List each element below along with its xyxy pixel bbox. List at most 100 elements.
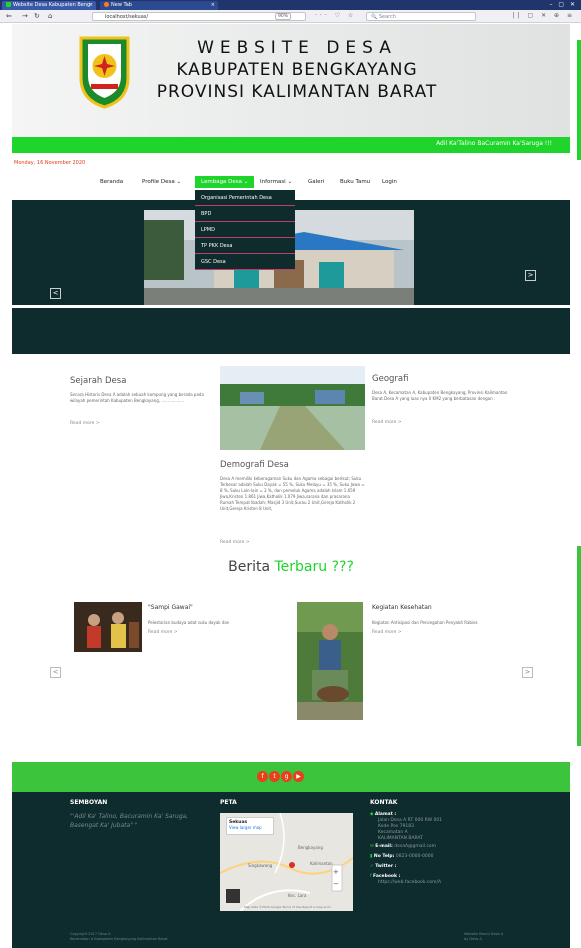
berita-1-title[interactable]: "Sampi Gawai"	[148, 604, 193, 611]
email-value[interactable]: desaA@gmail.com	[394, 844, 436, 849]
map-label-kec-lara: Kec. Lara	[288, 893, 307, 898]
slider-next-button[interactable]: >	[525, 270, 536, 281]
tab-new-tab[interactable]: New Tab ×	[100, 1, 218, 10]
chevron-down-icon: ⌄	[287, 179, 293, 185]
window-controls[interactable]: – ▢ ✕	[549, 1, 577, 8]
lembaga-desa-dropdown: Organisasi Pemerintah Desa BPD LPMD TP P…	[195, 190, 295, 270]
berita-1-text: Pelestarian budaya adat suku dayak dan	[148, 620, 230, 625]
demografi-photo	[220, 366, 365, 450]
berita-section: Berita Terbaru ??? "Sampi Gawai" Pelesta…	[12, 546, 570, 762]
berita-heading: Berita Terbaru ???	[12, 559, 570, 575]
tab-website-desa[interactable]: Website Desa Kabupaten Beng ×	[2, 1, 96, 10]
email-icon: ✉	[370, 844, 374, 849]
twitter-block: ✓ Twitter :	[370, 864, 396, 870]
site-footer: SEMBOYAN "'Adil Ka' Talino, Bacuramin Ka…	[12, 792, 570, 948]
menu-label: Informasi	[260, 179, 286, 185]
zoom-level[interactable]: 90%	[275, 13, 292, 20]
browser-tab-bar: Website Desa Kabupaten Beng × New Tab × – …	[0, 0, 581, 10]
view-larger-map-link[interactable]: View larger map	[229, 825, 271, 830]
facebook-icon[interactable]: f	[257, 771, 268, 782]
demografi-read-more-link[interactable]: Read more >	[220, 540, 250, 545]
youtube-icon[interactable]: ▶	[293, 771, 304, 782]
menu-label: Profile Desa	[142, 179, 175, 185]
chevron-down-icon: ⌄	[176, 179, 182, 185]
menu-beranda[interactable]: Beranda	[100, 176, 123, 188]
alamat-block: ◆ Alamat : Jalan Desa A RT 000 RW 001 Ko…	[370, 812, 442, 842]
facebook-label: Facebook :	[373, 874, 401, 879]
kontak-title: KONTAK	[370, 799, 398, 806]
firefox-icon	[104, 2, 109, 7]
berita-2-title[interactable]: Kegiatan Kesehatan	[372, 604, 432, 611]
dropdown-item-tp-pkk[interactable]: TP PKK Desa	[195, 238, 295, 254]
dropdown-item-gsc[interactable]: GSC Desa	[195, 254, 295, 270]
site-title-line2: KABUPATEN BENGKAYANG	[176, 60, 418, 80]
menu-lembaga-desa[interactable]: Lembaga Desa ⌄	[195, 176, 255, 188]
motto-text: Adil Ka'Talino BaCuramin Ka'Saruga !!!	[436, 140, 552, 147]
twitter-icon[interactable]: t	[269, 771, 280, 782]
page-actions-icon[interactable]: ··· ♡ ☆	[315, 12, 356, 19]
menu-buku-tamu[interactable]: Buku Tamu	[340, 176, 370, 188]
twitter-small-icon: ✓	[370, 864, 374, 869]
forward-icon[interactable]: →	[22, 12, 28, 20]
berita-photo-2	[297, 602, 363, 720]
map-info-card: Sekuas View larger map	[226, 817, 274, 835]
google-plus-icon[interactable]: g	[281, 771, 292, 782]
social-bar: f t g ▶	[12, 762, 570, 792]
dropdown-item-bpd[interactable]: BPD	[195, 206, 295, 222]
search-input[interactable]: 🔍 Search	[366, 12, 476, 21]
geografi-read-more-link[interactable]: Read more >	[372, 420, 402, 425]
berita-photo-1	[74, 602, 142, 652]
url-bar[interactable]: localhost/sekuas/	[92, 12, 306, 21]
berita-heading-b: Terbaru ???	[274, 559, 354, 575]
menu-profile-desa[interactable]: Profile Desa ⌄	[142, 176, 181, 188]
home-icon[interactable]: ⌂	[48, 12, 52, 20]
site-favicon-icon	[6, 2, 11, 7]
berita-heading-a: Berita	[228, 559, 275, 575]
menu-login[interactable]: Login	[382, 176, 397, 188]
berita-1-read-more-link[interactable]: Read more >	[148, 630, 178, 635]
credit-line2: by Desa A	[464, 937, 482, 941]
peta-title: PETA	[220, 799, 237, 806]
map-zoom-in-button[interactable]: +	[333, 867, 339, 877]
menu-galeri[interactable]: Galeri	[308, 176, 324, 188]
berita-2-read-more-link[interactable]: Read more >	[372, 630, 402, 635]
semboyan-title: SEMBOYAN	[70, 799, 108, 806]
scrollbar[interactable]	[577, 40, 581, 160]
tab-title: New Tab	[111, 2, 132, 8]
twitter-label: Twitter :	[375, 864, 397, 869]
url-text: localhost/sekuas/	[105, 14, 149, 20]
map-zoom-out-button[interactable]: −	[333, 879, 339, 889]
facebook-block: f Facebook : https://web.facebook.com/A	[370, 874, 441, 886]
berita-next-button[interactable]: >	[522, 667, 533, 678]
map-label-kalimantan: Kalimantan	[310, 861, 333, 866]
copyright: Copyright 2017 Desa A Kecamatan A Kabupa…	[70, 932, 168, 942]
search-placeholder: Search	[378, 14, 397, 20]
map-attribution[interactable]: Map data ©2020 Google Terms of Use Repor…	[244, 905, 331, 909]
location-map[interactable]: Sekuas View larger map + − Bengkayang Ka…	[220, 813, 353, 911]
close-icon[interactable]: ×	[211, 2, 215, 8]
reload-icon[interactable]: ↻	[34, 12, 40, 20]
current-date: Monday, 16 November 2020	[14, 160, 86, 166]
demografi-title: Demografi Desa	[220, 460, 289, 470]
back-icon[interactable]: ⇐	[6, 12, 12, 20]
close-icon[interactable]: ×	[89, 2, 93, 8]
menu-label: Lembaga Desa	[201, 179, 243, 185]
menu-informasi[interactable]: Informasi ⌄	[260, 176, 292, 188]
dropdown-item-organisasi[interactable]: Organisasi Pemerintah Desa	[195, 190, 295, 206]
tab-title: Website Desa Kabupaten Beng	[13, 2, 91, 8]
toolbar-icons[interactable]: || ▢ ✕ ⊕ ≡	[513, 12, 575, 19]
geografi-text: Desa A, Kecamatan A, Kabupaten Bengkayan…	[372, 390, 508, 401]
site-header: WEBSITE DESA KABUPATEN BENGKAYANG PROVIN…	[12, 24, 570, 137]
email-label: E-mail:	[375, 844, 393, 849]
slider-prev-button[interactable]: <	[50, 288, 61, 299]
berita-prev-button[interactable]: <	[50, 667, 61, 678]
facebook-link[interactable]: https://web.facebook.com/A	[370, 880, 441, 886]
sejarah-read-more-link[interactable]: Read more >	[70, 421, 100, 426]
slider-bottom-band	[12, 308, 570, 354]
email-block: ✉ E-mail: desaA@gmail.com	[370, 844, 436, 850]
scrollbar-lower[interactable]	[577, 546, 581, 746]
profile-section: Sejarah Desa Secara Historis Desa A adal…	[12, 354, 570, 546]
browser-nav-bar: ⇐ → ↻ ⌂ localhost/sekuas/ 90% ··· ♡ ☆ 🔍 …	[0, 10, 581, 23]
map-label-bengkayang: Bengkayang	[298, 845, 323, 850]
dropdown-item-lpmd[interactable]: LPMD	[195, 222, 295, 238]
